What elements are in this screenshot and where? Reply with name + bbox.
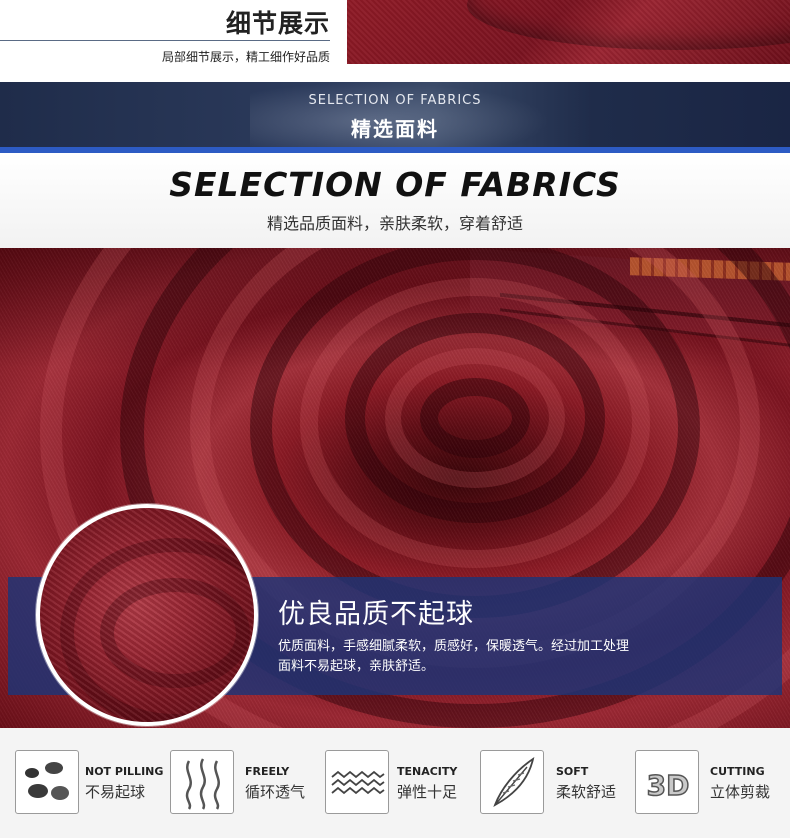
feature-title-en: FREELY	[245, 765, 290, 778]
feature-title-cn: 不易起球	[85, 783, 146, 801]
feature-title-en: CUTTING	[710, 765, 765, 778]
feature-tenacity: TENACITY 弹性十足	[325, 728, 475, 838]
detail-title: 细节展示	[225, 9, 330, 38]
dots-icon	[15, 750, 79, 814]
features-row: NOT PILLING 不易起球 FREELY 循环透气 TENACITY 弹性…	[0, 728, 790, 838]
feature-title-en: NOT PILLING	[85, 765, 164, 778]
feature-title-en: SOFT	[556, 765, 589, 778]
feature-title-cn: 柔软舒适	[556, 783, 617, 801]
feature-freely: FREELY 循环透气	[170, 728, 320, 838]
3d-icon: 3D	[635, 750, 699, 814]
feature-title-en: TENACITY	[397, 765, 458, 778]
info-title: 优良品质不起球	[278, 599, 474, 630]
section-banner: SELECTION OF FABRICS 精选面料	[0, 82, 790, 147]
detail-subtitle: 局部细节展示，精工细作好品质	[161, 50, 330, 64]
product-detail-page: 细节展示 局部细节展示，精工细作好品质 SELECTION OF FABRICS…	[0, 0, 790, 838]
fabric-detail-image	[347, 0, 790, 64]
wave-icon	[325, 750, 389, 814]
heading-title-en: SELECTION OF FABRICS	[169, 165, 621, 204]
feature-title-cn: 循环透气	[245, 783, 306, 801]
fabric-heading: SELECTION OF FABRICS 精选品质面料，亲肤柔软，穿着舒适	[0, 153, 790, 248]
fabric-zoom-circle	[36, 504, 258, 726]
divider	[0, 40, 330, 41]
feature-title-cn: 立体剪裁	[710, 783, 771, 801]
banner-title-cn: 精选面料	[351, 117, 439, 141]
banner-title-en: SELECTION OF FABRICS	[308, 93, 482, 108]
fabric-photo: 优良品质不起球 优质面料，手感细腻柔软，质感好，保暖透气。经过加工处理 面料不易…	[0, 248, 790, 728]
heading-subtitle: 精选品质面料，亲肤柔软，穿着舒适	[266, 214, 523, 233]
info-desc-line: 面料不易起球，亲肤舒适。	[278, 659, 435, 674]
feature-not-pilling: NOT PILLING 不易起球	[15, 728, 165, 838]
feature-title-cn: 弹性十足	[397, 783, 458, 801]
feature-cutting: 3D CUTTING 立体剪裁	[635, 728, 785, 838]
detail-header: 细节展示 局部细节展示，精工细作好品质	[0, 0, 790, 80]
svg-text:3D: 3D	[647, 769, 690, 802]
airflow-icon	[170, 750, 234, 814]
info-description: 优质面料，手感细腻柔软，质感好，保暖透气。经过加工处理 面料不易起球，亲肤舒适。	[278, 637, 698, 677]
feature-soft: SOFT 柔软舒适	[480, 728, 630, 838]
feather-icon	[480, 750, 544, 814]
info-desc-line: 优质面料，手感细腻柔软，质感好，保暖透气。经过加工处理	[278, 639, 630, 654]
